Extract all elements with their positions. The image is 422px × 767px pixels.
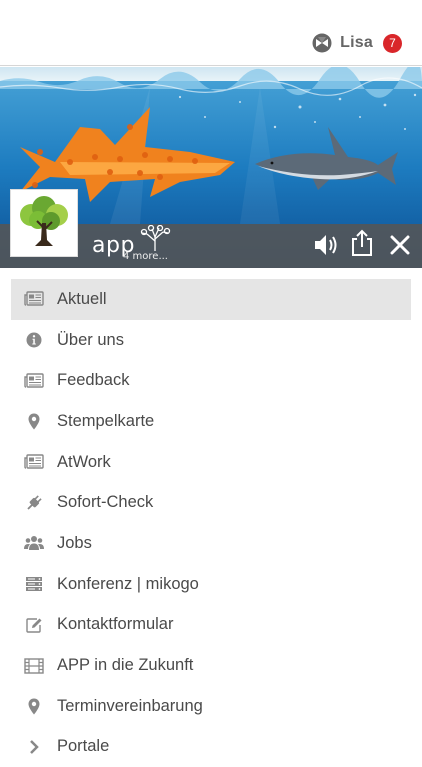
menu-item-label: Portale [57, 737, 110, 756]
newspaper-icon [24, 371, 44, 391]
menu-item-jobs[interactable]: Jobs [11, 523, 411, 564]
menu-item-label: Aktuell [57, 289, 107, 308]
notification-badge[interactable]: 7 [383, 33, 402, 53]
plug-icon [24, 493, 44, 513]
menu-item-kontaktformular[interactable]: Kontaktformular [11, 605, 411, 646]
menu-item-terminvereinbarung[interactable]: Terminvereinbarung [11, 686, 411, 727]
banner: app 4 more... [0, 67, 422, 268]
user-logo-icon [312, 33, 332, 53]
menu-item-konferenz-mikogo[interactable]: Konferenz | mikogo [11, 564, 411, 605]
tree-logo-icon [11, 190, 77, 256]
menu-item-label: Stempelkarte [57, 411, 155, 430]
map-marker-icon [24, 696, 44, 716]
menu-item-label: Konferenz | mikogo [57, 574, 199, 593]
menu-item-label: Kontaktformular [57, 615, 174, 634]
close-button[interactable] [385, 230, 415, 260]
top-bar: Lisa 7 [0, 0, 422, 66]
map-marker-icon [24, 411, 44, 431]
menu-item-label: Jobs [57, 533, 92, 552]
server-icon [24, 574, 44, 594]
menu-item-über-uns[interactable]: Über uns [11, 320, 411, 361]
menu-item-portale[interactable]: Portale [11, 727, 411, 767]
newspaper-icon [24, 289, 44, 309]
app-logo [10, 189, 78, 257]
menu-item-label: Feedback [57, 371, 130, 390]
sound-button[interactable] [312, 230, 342, 260]
menu-item-label: Über uns [57, 330, 124, 349]
navigation-menu: Aktuell Über uns Feedback Stempelkarte AtWor… [11, 279, 411, 767]
chevron-right-icon [24, 737, 44, 757]
menu-item-app-in-die-zukunft[interactable]: APP in die Zukunft [11, 645, 411, 686]
menu-item-label: AtWork [57, 452, 111, 471]
user-name[interactable]: Lisa [340, 34, 373, 52]
info-icon [24, 330, 44, 350]
menu-item-label: Sofort-Check [57, 493, 154, 512]
users-icon [24, 533, 44, 553]
menu-item-atwork[interactable]: AtWork [11, 442, 411, 483]
share-icon [352, 229, 372, 256]
volume-icon [315, 235, 337, 255]
menu-item-stempelkarte[interactable]: Stempelkarte [11, 401, 411, 442]
menu-item-feedback[interactable]: Feedback [11, 360, 411, 401]
user-menu[interactable]: Lisa 7 [312, 33, 402, 53]
menu-item-sofort-check[interactable]: Sofort-Check [11, 482, 411, 523]
close-icon [390, 235, 410, 255]
menu-item-label: APP in die Zukunft [57, 656, 194, 675]
brand-subtitle: 4 more... [123, 251, 168, 262]
edit-icon [24, 615, 44, 635]
menu-item-label: Terminvereinbarung [57, 696, 203, 715]
share-button[interactable] [349, 228, 379, 258]
newspaper-icon [24, 452, 44, 472]
menu-item-aktuell[interactable]: Aktuell [11, 279, 411, 320]
film-icon [24, 656, 44, 676]
brand-tree-icon [140, 225, 171, 251]
